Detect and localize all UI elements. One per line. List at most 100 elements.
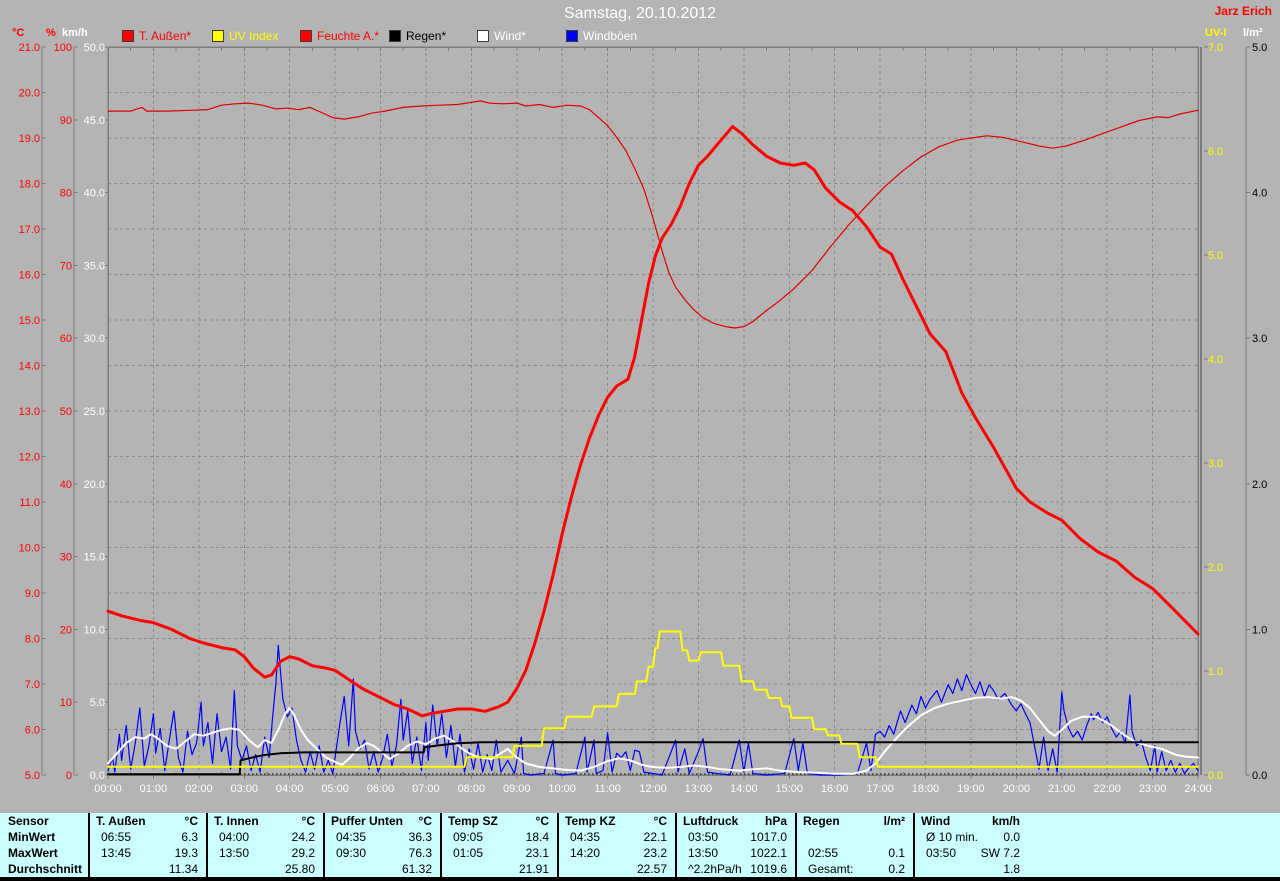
y-tick-label: 9.0	[25, 588, 40, 600]
x-tick-label: 09:00	[503, 783, 531, 795]
legend-label: Feuchte A.*	[317, 29, 380, 43]
y-tick-label: 80	[60, 188, 72, 200]
y-tick-label: 10	[60, 697, 72, 709]
stats-time: 13:50	[219, 846, 250, 860]
y-tick-label: 4.0	[1252, 188, 1267, 200]
stats-time: 14:20	[570, 846, 601, 860]
x-tick-label: 00:00	[94, 783, 122, 795]
legend-swatch-icon	[477, 30, 489, 42]
stats-value: 1.8	[1003, 862, 1020, 876]
plot-border	[107, 46, 1202, 779]
x-tick-label: 16:00	[821, 783, 849, 795]
stats-value: 18.4	[525, 830, 549, 844]
legend-swatch-icon	[212, 30, 224, 42]
y-tick-label: 30.0	[84, 333, 105, 345]
legend-label: Wind*	[494, 29, 527, 43]
stats-group-unit: hPa	[764, 814, 787, 828]
stats-row-label: MaxWert	[8, 846, 58, 860]
y-tick-label: 0.0	[1208, 770, 1223, 782]
stats-value: 25.80	[284, 862, 315, 876]
y-tick-label: 15.0	[84, 552, 105, 564]
y-tick-label: 2.0	[1208, 562, 1223, 574]
y-tick-label: 4.0	[1208, 354, 1223, 366]
legend-label: UV Index	[229, 29, 279, 43]
stats-row-label: Sensor	[8, 814, 49, 828]
stats-value: 24.2	[291, 830, 315, 844]
stats-value: 0.0	[1003, 830, 1020, 844]
stats-group-unit: °C	[653, 814, 667, 828]
y-tick-label: 5.0	[1208, 250, 1223, 262]
stats-group-puffer-unten: Puffer Unten °C 04:35 36.3 09:30 76.3 61.32	[323, 813, 440, 877]
stats-group-unit: °C	[535, 814, 549, 828]
stats-value: 36.3	[408, 830, 432, 844]
legend-swatch-icon	[122, 30, 134, 42]
x-tick-label: 11:00	[594, 783, 621, 795]
stats-group-temp-sz: Temp SZ °C 09:05 18.4 01:05 23.1 21.91	[440, 813, 557, 877]
y-axis-lm2: 5.0 4.0 3.0 2.0 1.0 0.0	[1245, 42, 1267, 782]
legend-item-6: Windböen	[566, 29, 638, 43]
stats-row-label: MinWert	[8, 830, 56, 844]
stats-group-regen: Regen l/m² 02:55 0.1 Gesamt: 0.2	[795, 813, 913, 877]
stats-group-unit: °C	[418, 814, 432, 828]
y-tick-label: 7.0	[25, 679, 40, 691]
x-tick-label: 02:00	[185, 783, 213, 795]
y-tick-label: 8.0	[25, 634, 40, 646]
y-tick-label: 60	[60, 333, 72, 345]
x-tick-label: 13:00	[685, 783, 713, 795]
stats-time: 02:55	[808, 846, 839, 860]
y-tick-label: 90	[60, 115, 72, 127]
y-tick-label: 30	[60, 552, 72, 564]
unit-label-uvi: UV-I	[1205, 27, 1227, 39]
legend-label: Windböen	[583, 29, 638, 43]
stats-group-name: Puffer Unten	[331, 814, 403, 828]
y-tick-label: 100	[54, 42, 72, 54]
page-title: Samstag, 20.10.2012	[563, 5, 717, 22]
legend-item-4: Regen*	[389, 29, 446, 43]
x-axis-labels: 00:00 01:00 02:00 03:00 04:00 05:00 06:00 07:00…	[94, 783, 1212, 795]
unit-label-kmh: km/h	[62, 27, 88, 39]
y-tick-label: 6.0	[1208, 146, 1223, 158]
author-label: Jarz Erich	[1214, 4, 1272, 18]
y-tick-label: 3.0	[1252, 333, 1267, 345]
stats-value: SW 7.2	[980, 846, 1020, 860]
y-tick-label: 1.0	[1252, 624, 1267, 636]
x-tick-label: 05:00	[321, 783, 349, 795]
y-tick-label: 20	[60, 624, 72, 636]
y-tick-label: 10.0	[84, 624, 105, 636]
y-tick-label: 10.0	[19, 543, 40, 555]
stats-group-name: T. Außen	[96, 814, 146, 828]
unit-label-c: °C	[12, 27, 25, 39]
stats-value: 19.3	[174, 846, 198, 860]
stats-time: 06:55	[101, 830, 132, 844]
stats-value: 22.57	[636, 862, 667, 876]
y-tick-label: 50	[60, 406, 72, 418]
y-tick-label: 21.0	[19, 42, 40, 54]
legend-swatch-icon	[300, 30, 312, 42]
stats-group-t-au-en: T. Außen °C 06:55 6.3 13:45 19.3 11.34	[88, 813, 206, 877]
x-tick-label: 01:00	[140, 783, 168, 795]
x-tick-label: 06:00	[367, 783, 395, 795]
stats-time: 13:50	[688, 846, 719, 860]
x-tick-label: 04:00	[276, 783, 304, 795]
unit-label-: %	[46, 27, 56, 39]
legend-item-1: T. Außen*	[122, 29, 191, 43]
x-tick-label: 03:00	[230, 783, 258, 795]
stats-value: 0.2	[888, 862, 905, 876]
stats-group-name: Wind	[921, 814, 951, 828]
y-axis-kmh: 50.0 45.0 40.0 35.0 30.0 25.0 20.0 15.0 10.0 5.0 0…	[84, 42, 108, 782]
y-tick-label: 40	[60, 479, 72, 491]
x-tick-label: 15:00	[775, 783, 803, 795]
stats-group-wind: Wind km/h Ø 10 min. 0.0 03:50 SW 7.2 1.8	[913, 813, 1028, 877]
y-tick-label: 5.0	[25, 770, 40, 782]
x-tick-label: 24:00	[1184, 783, 1212, 795]
stats-value: 11.34	[168, 862, 198, 876]
y-axis-uv: 7.0 6.0 5.0 4.0 3.0 2.0 1.0 0.0	[1204, 42, 1223, 782]
x-tick-label: 17:00	[866, 783, 894, 795]
legend-item-2: UV Index	[212, 29, 279, 43]
y-tick-label: 0.0	[1252, 770, 1267, 782]
stats-time: 01:05	[453, 846, 484, 860]
stats-time: ^2.2hPa/h	[688, 862, 742, 876]
x-tick-label: 14:00	[730, 783, 758, 795]
x-tick-label: 22:00	[1093, 783, 1121, 795]
y-tick-label: 18.0	[19, 179, 40, 191]
